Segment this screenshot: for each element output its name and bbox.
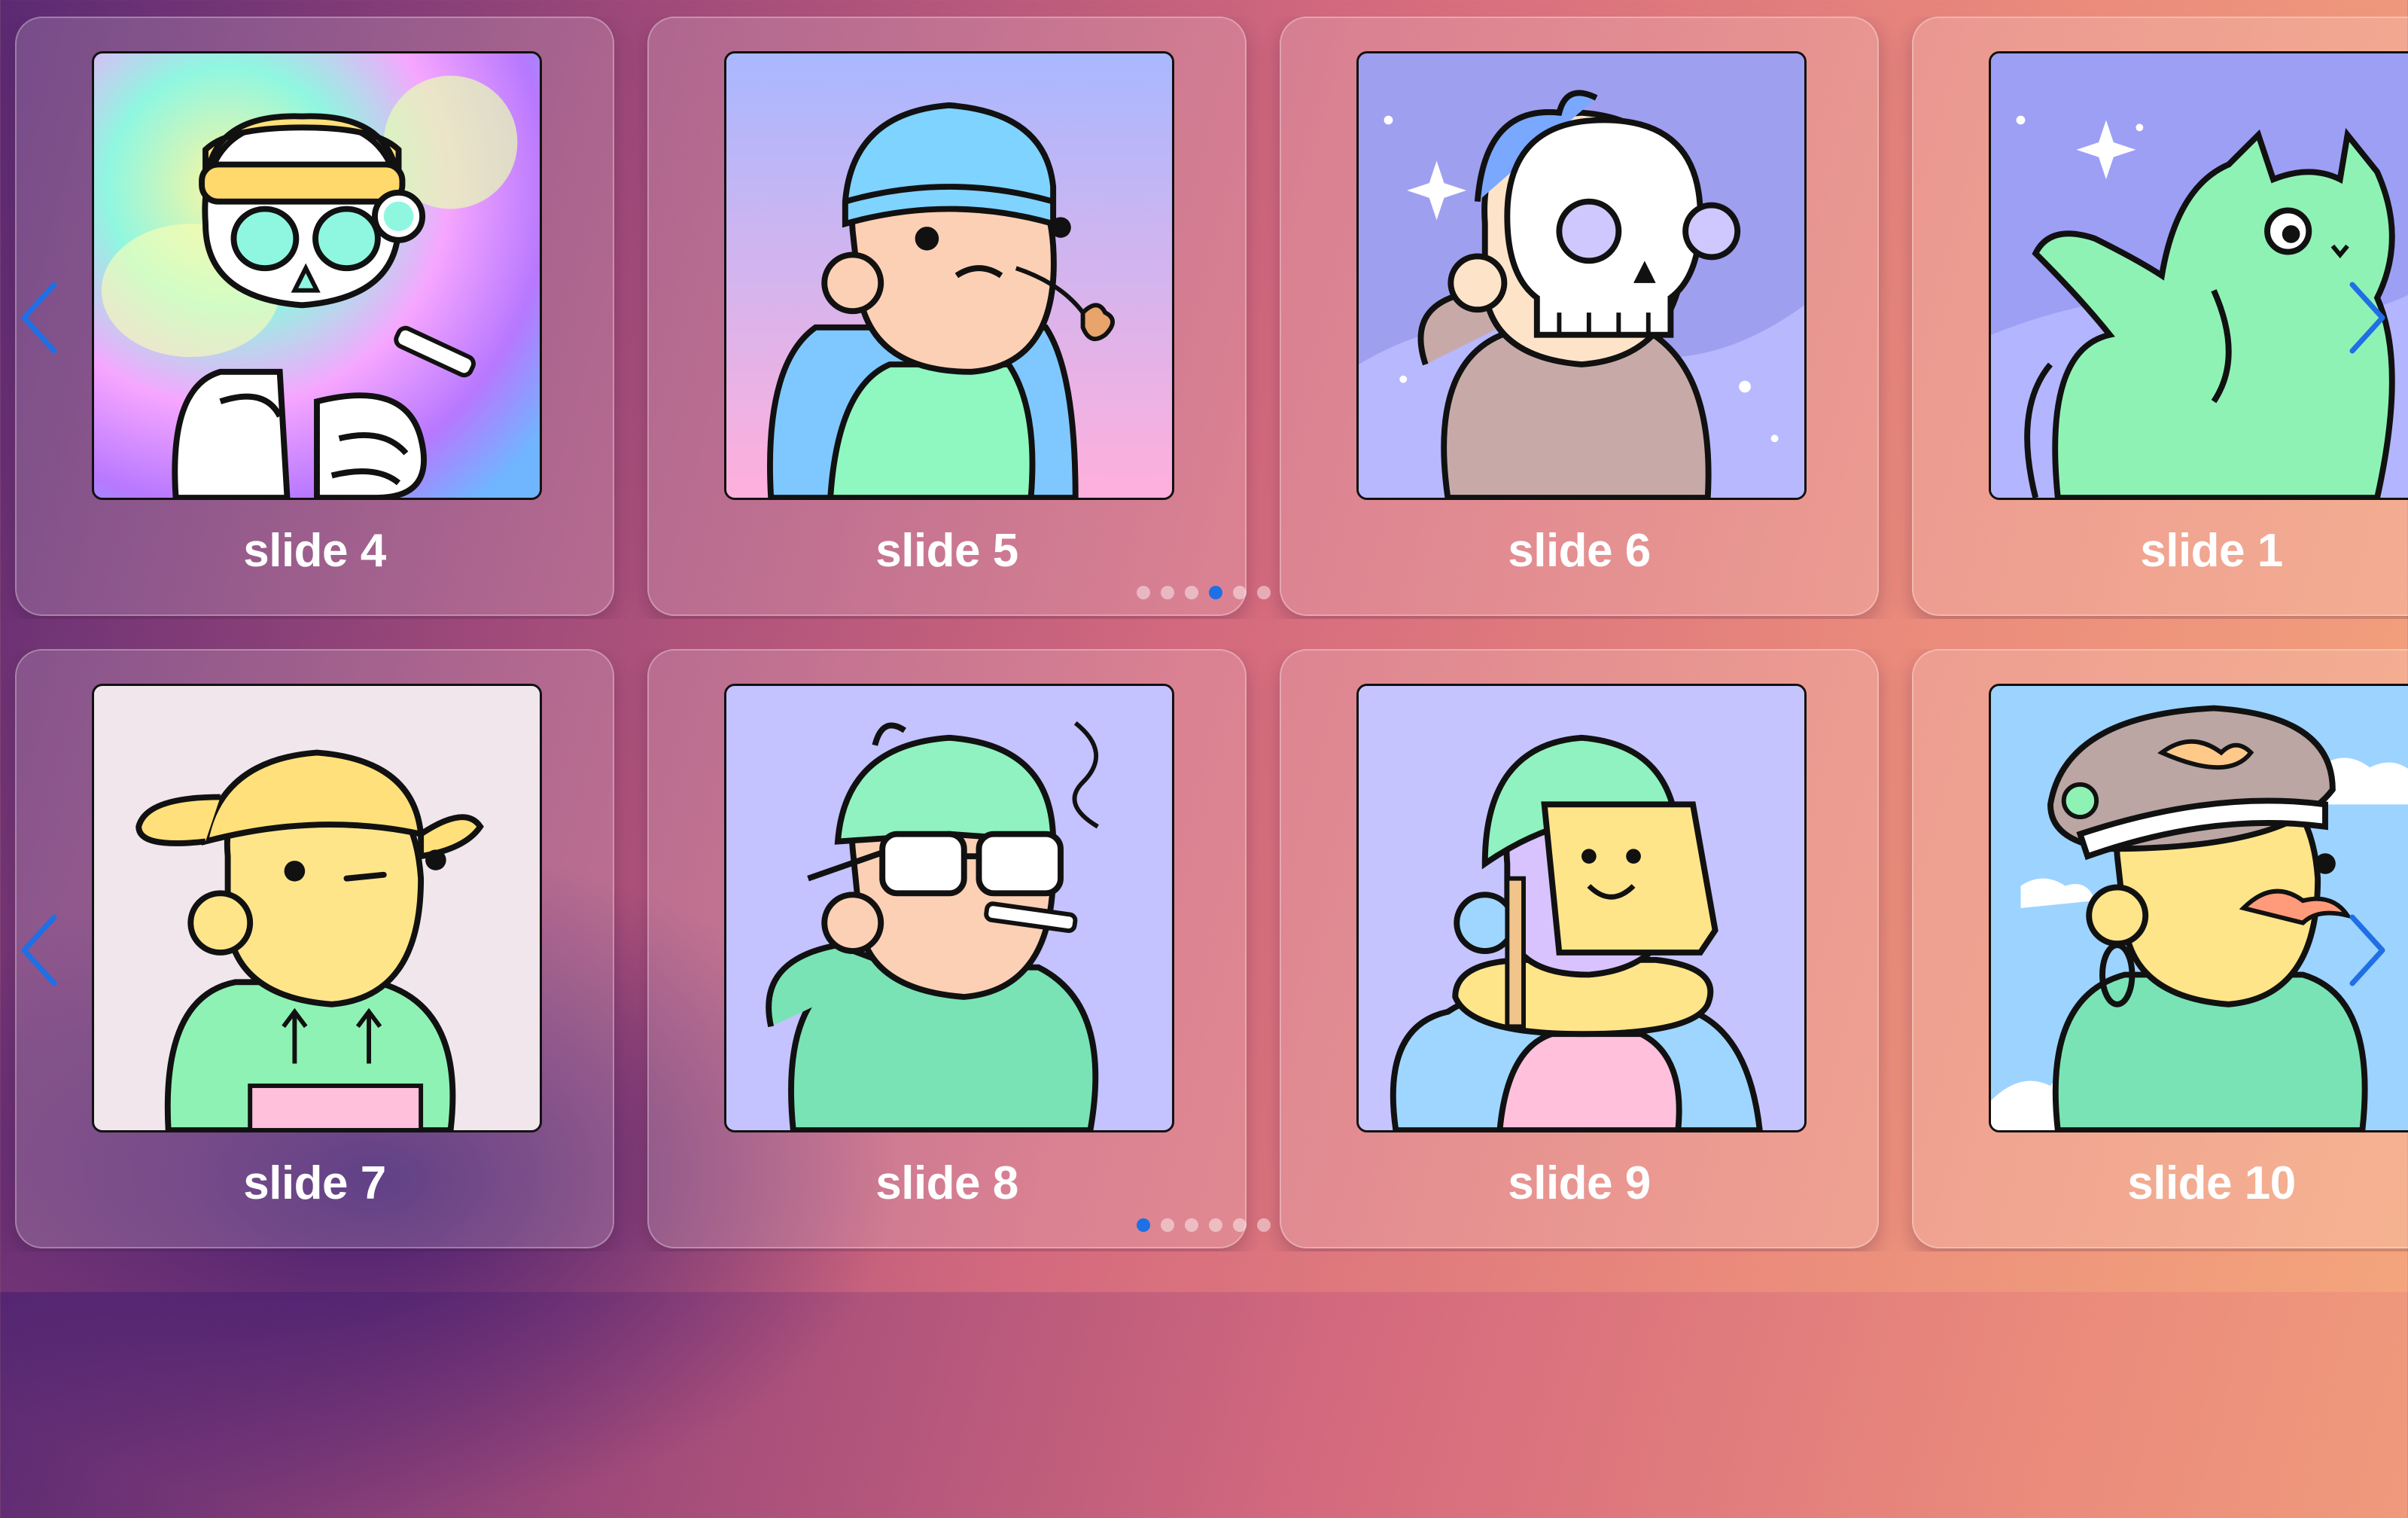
pagination-dot[interactable] [1209, 1218, 1222, 1232]
pagination-dot-active[interactable] [1137, 1218, 1150, 1232]
slide-image [92, 684, 542, 1132]
slide-label: slide 6 [1508, 525, 1651, 577]
slide-label: slide 10 [2127, 1157, 2296, 1209]
slide-label: slide 9 [1508, 1157, 1651, 1209]
slide-card[interactable]: slide 6 [1280, 17, 1879, 616]
slide-label: slide 1 [2140, 525, 2283, 577]
slide-label: slide 4 [243, 525, 386, 577]
pagination-dots [1137, 586, 1271, 599]
pagination-dot[interactable] [1233, 586, 1247, 599]
carousel-top: slide 4 slide 5 slide 6 slide 1 [0, 17, 2408, 619]
slide-image [724, 51, 1174, 500]
slide-card[interactable]: slide 4 [15, 17, 614, 616]
pagination-dot[interactable] [1257, 1218, 1271, 1232]
chevron-right-icon[interactable] [2345, 280, 2390, 355]
pagination-dot[interactable] [1185, 586, 1198, 599]
pagination-dot[interactable] [1185, 1218, 1198, 1232]
slide-card[interactable]: slide 5 [647, 17, 1247, 616]
slide-card[interactable]: slide 8 [647, 649, 1247, 1248]
carousel-bottom: slide 7 slide 8 slide 9 slide 10 [0, 649, 2408, 1251]
slide-image [1989, 684, 2408, 1132]
slide-image [92, 51, 542, 500]
pagination-dot[interactable] [1233, 1218, 1247, 1232]
slide-card[interactable]: slide 9 [1280, 649, 1879, 1248]
chevron-left-icon[interactable] [17, 280, 62, 355]
pagination-dot[interactable] [1161, 1218, 1174, 1232]
slide-image [1356, 684, 1807, 1132]
pagination-dot[interactable] [1161, 586, 1174, 599]
chevron-right-icon[interactable] [2345, 913, 2390, 988]
slide-label: slide 7 [243, 1157, 386, 1209]
slide-card[interactable]: slide 1 [1912, 17, 2408, 616]
pagination-dot[interactable] [1137, 586, 1150, 599]
chevron-left-icon[interactable] [17, 913, 62, 988]
slide-label: slide 8 [875, 1157, 1018, 1209]
pagination-dot[interactable] [1257, 586, 1271, 599]
slide-card[interactable]: slide 10 [1912, 649, 2408, 1248]
slide-label: slide 5 [875, 525, 1018, 577]
pagination-dots [1137, 1218, 1271, 1232]
slide-card[interactable]: slide 7 [15, 649, 614, 1248]
slide-image [724, 684, 1174, 1132]
pagination-dot-active[interactable] [1209, 586, 1222, 599]
slide-image [1356, 51, 1807, 500]
slide-image [1989, 51, 2408, 500]
